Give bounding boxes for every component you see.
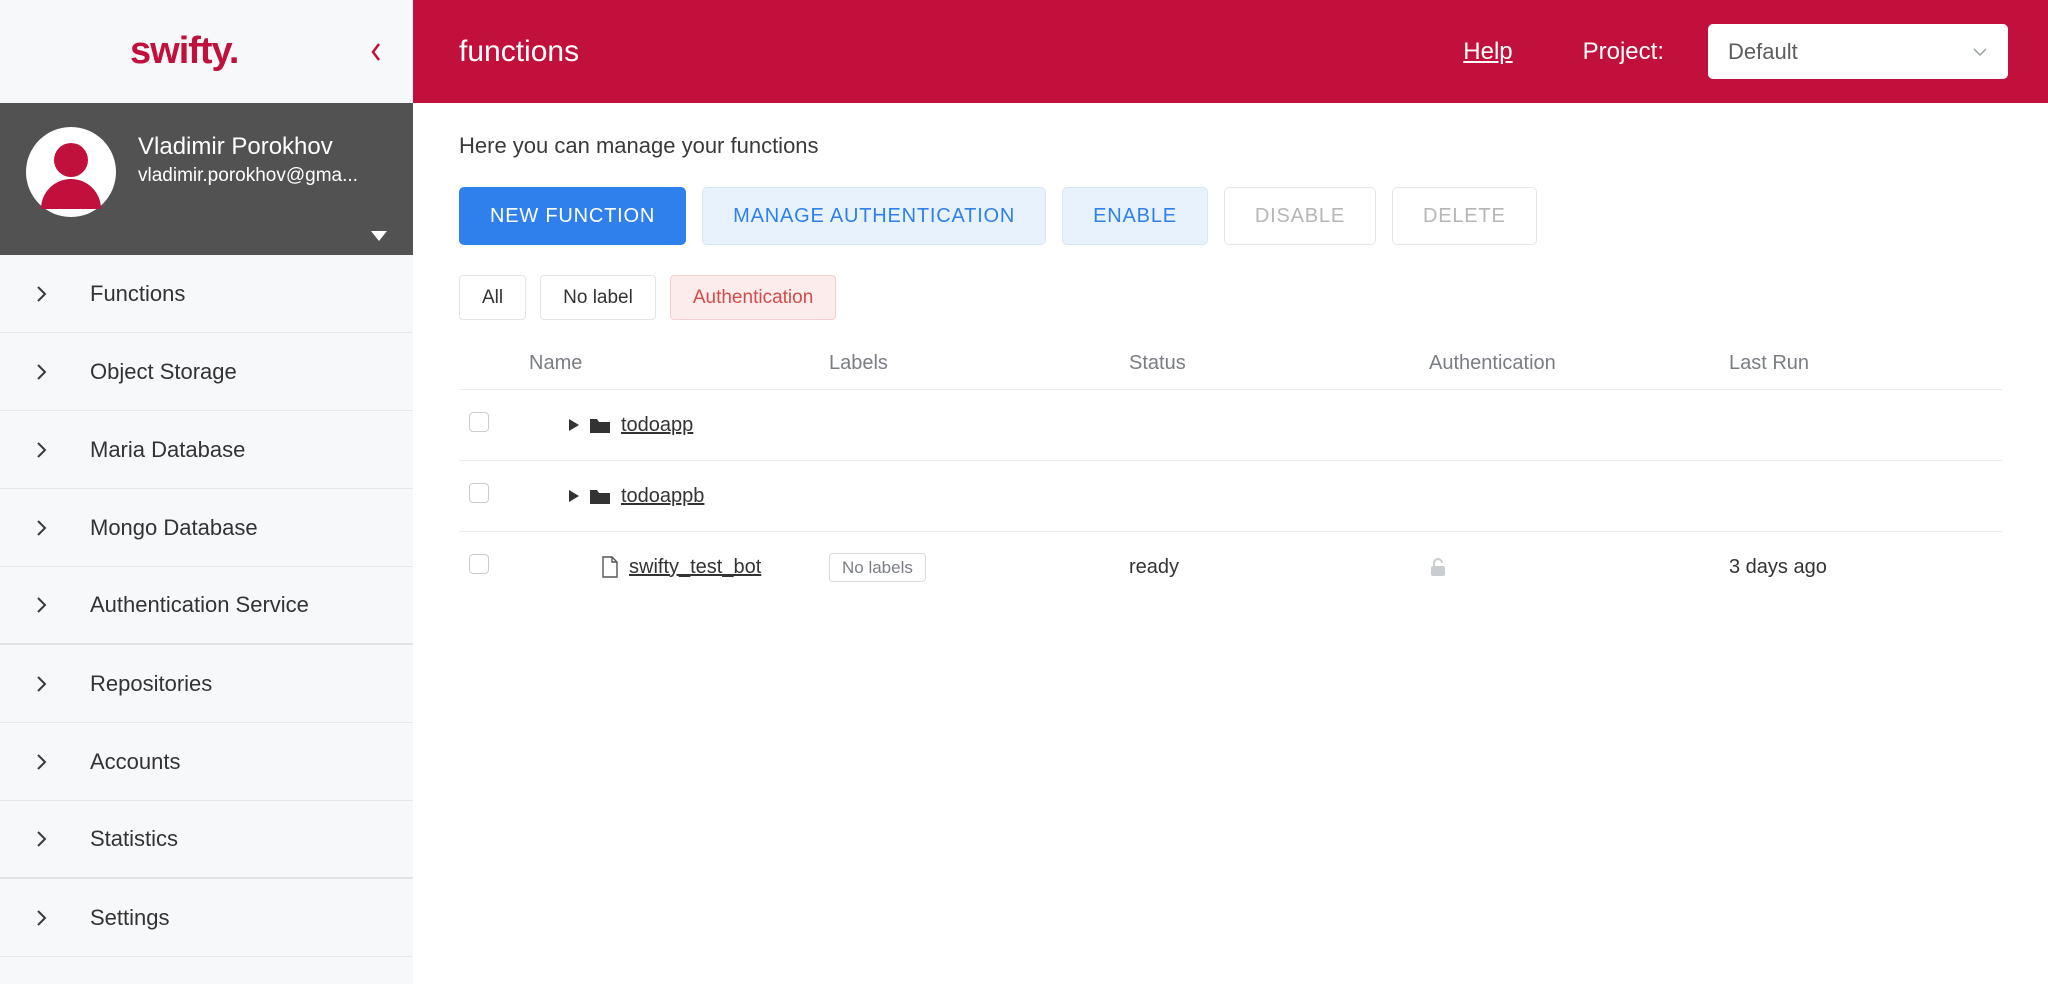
col-status: Status <box>1119 338 1419 390</box>
chevron-right-icon <box>36 752 48 772</box>
filter-no-label[interactable]: No label <box>540 275 656 320</box>
nav-accounts[interactable]: Accounts <box>0 723 413 801</box>
file-icon <box>601 556 619 578</box>
row-checkbox[interactable] <box>469 412 489 432</box>
functions-table: Name Labels Status Authentication Last R… <box>459 338 2002 602</box>
nav-auth-service[interactable]: Authentication Service <box>0 567 413 645</box>
sidebar-nav: Functions Object Storage Maria Database … <box>0 255 413 957</box>
filter-all[interactable]: All <box>459 275 526 320</box>
chevron-right-icon <box>36 829 48 849</box>
user-menu-caret-icon[interactable] <box>371 231 387 241</box>
table-row: swifty_test_bot No labels ready <box>459 532 2002 603</box>
expand-icon[interactable] <box>569 490 579 502</box>
disable-button[interactable]: DISABLE <box>1224 187 1376 245</box>
nav-maria-db[interactable]: Maria Database <box>0 411 413 489</box>
chevron-down-icon <box>1972 46 1988 58</box>
nav-functions[interactable]: Functions <box>0 255 413 333</box>
col-name: Name <box>519 338 819 390</box>
brand-logo: swifty. <box>130 30 238 73</box>
table-row: todoapp <box>459 390 2002 461</box>
chevron-right-icon <box>36 284 48 304</box>
nav-repositories[interactable]: Repositories <box>0 645 413 723</box>
col-auth: Authentication <box>1419 338 1719 390</box>
chevron-right-icon <box>36 674 48 694</box>
topbar: functions Help Project: Default <box>413 0 2048 103</box>
new-function-button[interactable]: NEW FUNCTION <box>459 187 686 245</box>
labels-tag: No labels <box>829 553 926 582</box>
user-box[interactable]: Vladimir Porokhov vladimir.porokhov@gma.… <box>0 103 413 231</box>
table-row: todoappb <box>459 461 2002 532</box>
user-email: vladimir.porokhov@gma... <box>138 165 387 187</box>
lock-icon <box>1429 557 1709 577</box>
chevron-right-icon <box>36 440 48 460</box>
sidebar-collapse-icon[interactable] <box>369 41 383 63</box>
col-last-run: Last Run <box>1719 338 2002 390</box>
page-subtitle: Here you can manage your functions <box>459 133 2002 159</box>
chevron-right-icon <box>36 595 48 615</box>
page-title: functions <box>459 35 1435 69</box>
chevron-right-icon <box>36 362 48 382</box>
nav-settings[interactable]: Settings <box>0 879 413 957</box>
project-label: Project: <box>1583 38 1664 66</box>
col-labels: Labels <box>819 338 1119 390</box>
filter-authentication[interactable]: Authentication <box>670 275 836 320</box>
folder-icon <box>589 487 611 505</box>
nav-object-storage[interactable]: Object Storage <box>0 333 413 411</box>
brand-text: swifty <box>130 30 229 72</box>
expand-icon[interactable] <box>569 419 579 431</box>
brand-dot: . <box>229 30 239 72</box>
last-run-cell: 3 days ago <box>1719 532 2002 603</box>
help-link[interactable]: Help <box>1463 38 1512 66</box>
chevron-right-icon <box>36 518 48 538</box>
chevron-right-icon <box>36 908 48 928</box>
row-checkbox[interactable] <box>469 554 489 574</box>
nav-statistics[interactable]: Statistics <box>0 801 413 879</box>
action-row: NEW FUNCTION MANAGE AUTHENTICATION ENABL… <box>459 187 2002 245</box>
content: Here you can manage your functions NEW F… <box>413 103 2048 632</box>
manage-auth-button[interactable]: MANAGE AUTHENTICATION <box>702 187 1046 245</box>
avatar <box>26 127 116 217</box>
project-selected-value: Default <box>1728 39 1798 65</box>
row-checkbox[interactable] <box>469 483 489 503</box>
nav-mongo-db[interactable]: Mongo Database <box>0 489 413 567</box>
status-cell: ready <box>1119 532 1419 603</box>
project-select[interactable]: Default <box>1708 24 2008 79</box>
filter-row: All No label Authentication <box>459 275 2002 320</box>
folder-link[interactable]: todoappb <box>621 485 704 508</box>
enable-button[interactable]: ENABLE <box>1062 187 1208 245</box>
sidebar: swifty. Vladimir Porokhov vladimir.porok… <box>0 0 413 984</box>
function-link[interactable]: swifty_test_bot <box>629 556 761 579</box>
sidebar-header: swifty. <box>0 0 413 103</box>
user-name: Vladimir Porokhov <box>138 133 387 161</box>
folder-icon <box>589 416 611 434</box>
main: functions Help Project: Default Here you… <box>413 0 2048 984</box>
folder-link[interactable]: todoapp <box>621 414 693 437</box>
delete-button[interactable]: DELETE <box>1392 187 1537 245</box>
